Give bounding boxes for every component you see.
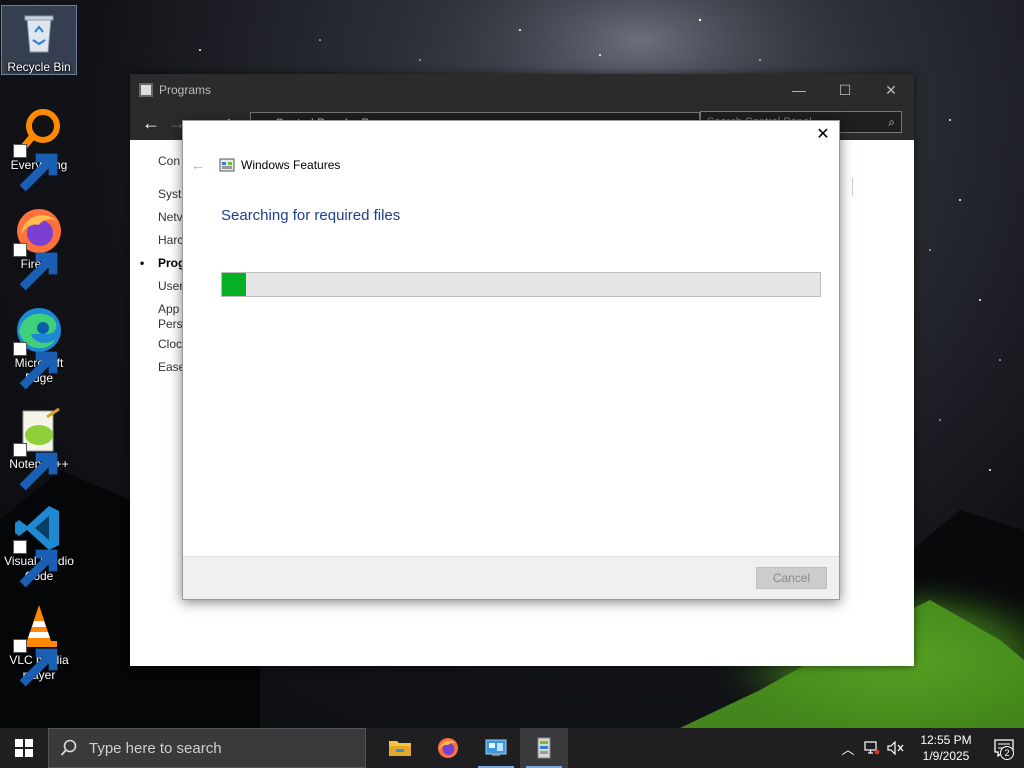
firefox-icon bbox=[13, 205, 65, 291]
system-tray: ︿ 12:55 PM 1/9/2025 2 bbox=[836, 728, 1024, 768]
firefox-icon bbox=[438, 738, 458, 758]
windows-logo-icon bbox=[15, 739, 33, 757]
desktop-icon-firefox[interactable]: Firefox bbox=[2, 203, 76, 291]
action-center-button[interactable]: 2 bbox=[984, 728, 1024, 768]
search-placeholder: Type here to search bbox=[89, 739, 222, 757]
taskbar-control-panel[interactable] bbox=[472, 728, 520, 768]
dialog-header: ← Windows Features bbox=[191, 157, 340, 173]
window-title: Programs bbox=[159, 83, 212, 97]
desktop-icon-notepad-plus-plus[interactable]: Notepad++ bbox=[2, 403, 76, 491]
shortcut-arrow-icon bbox=[13, 540, 58, 588]
shortcut-arrow-icon bbox=[13, 443, 58, 491]
clock-time: 12:55 PM bbox=[920, 733, 972, 747]
volume-muted-icon[interactable] bbox=[884, 741, 908, 755]
status-heading: Searching for required files bbox=[221, 207, 401, 224]
control-panel-icon bbox=[139, 83, 153, 97]
taskbar-windows-features[interactable] bbox=[520, 728, 568, 768]
desktop-icon-label: Recycle Bin bbox=[7, 60, 71, 74]
vlc-icon bbox=[13, 601, 65, 687]
progress-bar-fill bbox=[222, 273, 246, 296]
notepad-plus-plus-icon bbox=[13, 405, 65, 491]
clock-date: 1/9/2025 bbox=[922, 749, 970, 763]
windows-features-icon bbox=[537, 737, 551, 759]
cancel-button[interactable]: Cancel bbox=[756, 567, 827, 589]
progress-bar bbox=[221, 272, 821, 297]
shortcut-arrow-icon bbox=[13, 639, 58, 687]
taskbar-file-explorer[interactable] bbox=[376, 728, 424, 768]
recycle-bin-icon bbox=[13, 8, 65, 60]
desktop-icon-vlc-media-player[interactable]: VLC media player bbox=[2, 599, 76, 687]
desktop-icon-microsoft-edge[interactable]: Microsoft Edge bbox=[2, 302, 76, 390]
programs-titlebar[interactable]: Programs — ☐ ✕ bbox=[130, 74, 914, 106]
control-panel-icon bbox=[485, 739, 507, 756]
divider bbox=[852, 178, 853, 196]
file-explorer-icon bbox=[389, 741, 411, 756]
desktop-icon-recycle-bin[interactable]: Recycle Bin bbox=[1, 5, 77, 75]
close-button[interactable]: ✕ bbox=[868, 74, 914, 106]
back-arrow-icon[interactable]: ← bbox=[191, 157, 213, 173]
close-icon[interactable]: ✕ bbox=[815, 127, 831, 143]
back-button[interactable]: ← bbox=[138, 113, 164, 134]
desktop-icon-everything[interactable]: Everything bbox=[2, 104, 76, 192]
windows-features-dialog: ✕ ← Windows Features Searching for requi… bbox=[182, 120, 840, 600]
dialog-title: Windows Features bbox=[241, 158, 341, 172]
search-icon[interactable]: ⌕ bbox=[888, 115, 895, 130]
windows-features-icon bbox=[219, 158, 235, 172]
edge-icon bbox=[13, 304, 65, 390]
vscode-icon bbox=[13, 502, 65, 588]
dialog-footer: Cancel bbox=[183, 556, 839, 599]
chevron-up-icon[interactable]: ︿ bbox=[836, 739, 860, 758]
everything-search-icon bbox=[13, 106, 65, 192]
network-icon[interactable] bbox=[860, 741, 884, 755]
notification-count-badge: 2 bbox=[1000, 746, 1014, 760]
start-button[interactable] bbox=[0, 728, 48, 768]
desktop-icon-visual-studio-code[interactable]: Visual Studio Code bbox=[2, 500, 76, 588]
shortcut-arrow-icon bbox=[13, 342, 58, 390]
search-icon bbox=[49, 739, 89, 757]
minimize-button[interactable]: — bbox=[776, 74, 822, 106]
taskbar-firefox[interactable] bbox=[424, 728, 472, 768]
taskbar-search-box[interactable]: Type here to search bbox=[48, 728, 366, 768]
taskbar-clock[interactable]: 12:55 PM 1/9/2025 bbox=[914, 732, 978, 764]
taskbar: Type here to search ︿ 12:55 PM 1/9/2025 … bbox=[0, 728, 1024, 768]
shortcut-arrow-icon bbox=[13, 144, 58, 192]
shortcut-arrow-icon bbox=[13, 243, 58, 291]
maximize-button[interactable]: ☐ bbox=[822, 74, 868, 106]
